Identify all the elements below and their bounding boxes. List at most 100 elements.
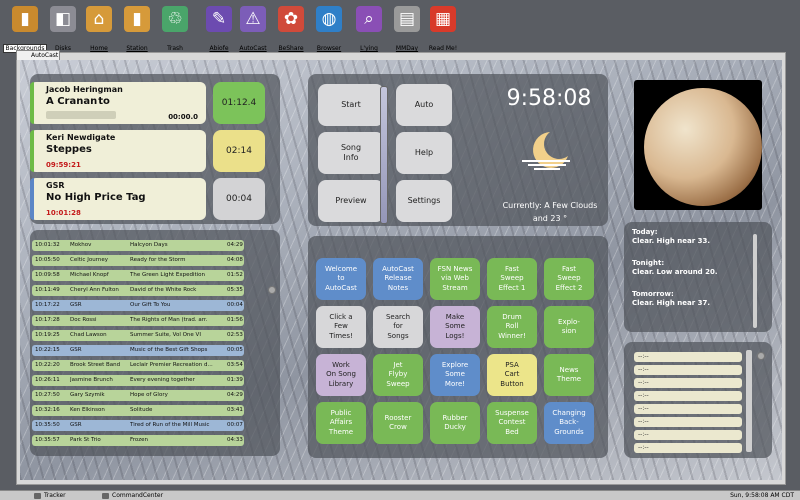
taskbar-item-tracker[interactable]: Tracker [34, 492, 66, 500]
log-list-item[interactable]: --:-- [634, 352, 742, 362]
playlist-row[interactable]: 10:22:15 GSR Music of the Best Gift Shops 0… [32, 345, 244, 356]
settings-button[interactable]: Settings [396, 180, 452, 222]
current-weather: Currently: A Few Clouds and 23 ° [460, 200, 640, 226]
cart-button[interactable]: Click a Few Times! [316, 306, 366, 348]
desktop-icons: ▮ Backgrounds ◧ Disks ⌂ Home ▮ Station ♲ Trash ✎ Ab… [0, 0, 800, 53]
playlist-row[interactable]: 10:27:50 Gary Szymik Hope of Glory 04:29 [32, 390, 244, 401]
playlist-row[interactable]: 10:35:50 GSR Tired of Run of the Mill Musi… [32, 420, 244, 431]
playlist-artist: Mokhov [70, 242, 92, 248]
playlist-row[interactable]: 10:19:25 Chad Lawson Summer Suite, Vol One… [32, 330, 244, 341]
cart-button[interactable]: Rooster Crow [373, 402, 423, 444]
status-bar [30, 130, 34, 172]
forecast-text: Clear. High near 37. [632, 299, 710, 308]
log-list-item[interactable]: --:-- [634, 404, 742, 414]
desktop-icon-read-me-[interactable]: ▦ Read Me! [420, 6, 466, 54]
cart-button[interactable]: Jet Flyby Sweep [373, 354, 423, 396]
playlist-title: Summer Suite, Vol One VI [130, 332, 201, 338]
cart-button[interactable]: Fast Sweep Effect 1 [487, 258, 537, 300]
playlist-start-time: 10:32:16 [35, 407, 60, 413]
preview-button[interactable]: Preview [318, 180, 384, 222]
desktop-icon-label: Browser [316, 45, 342, 52]
desktop-icon-trash[interactable]: ♲ Trash [152, 6, 198, 54]
playlist-row[interactable]: 10:01:32 Mokhov Halcyon Days 04:29 [32, 240, 244, 251]
playlist-title: The Rights of Man (trad. arr. [130, 317, 208, 323]
help-button[interactable]: Help [396, 132, 452, 174]
magnifier-icon: ⌕ [356, 6, 382, 32]
log-scroll-knob[interactable] [757, 352, 765, 360]
cart-button[interactable]: Welcome to AutoCast [316, 258, 366, 300]
globe-icon: ◍ [316, 6, 342, 32]
status-bar [30, 82, 34, 124]
track-title: No High Price Tag [46, 192, 146, 203]
now-playing-item[interactable]: GSR No High Price Tag 10:01:28 [30, 178, 206, 220]
playlist-row[interactable]: 10:22:20 Brook Street Band Leclair Premier… [32, 360, 244, 371]
desktop-icon-label: BeShare [278, 45, 304, 52]
playlist-title: The Green Light Expedition [130, 272, 206, 278]
playlist-row[interactable]: 10:17:28 Doc Rossi The Rights of Man (trad… [32, 315, 244, 326]
playlist-row[interactable]: 10:35:57 Park St Trio Frozen 04:33 [32, 435, 244, 446]
forecast-label: Tonight: [632, 258, 665, 267]
playlist-start-time: 10:35:50 [35, 422, 60, 428]
cart-button[interactable]: FSN News via Web Stream [430, 258, 480, 300]
track-time: 00:00.0 [168, 113, 198, 121]
playlist-start-time: 10:35:57 [35, 437, 60, 443]
playlist-artist: Michael Knopf [70, 272, 109, 278]
window-tab[interactable]: AutoCast [16, 50, 60, 60]
playlist-row[interactable]: 10:32:16 Ken Elkinson Solitude 03:41 [32, 405, 244, 416]
cart-button[interactable]: Suspense Contest Bed [487, 402, 537, 444]
playlist-start-time: 10:27:50 [35, 392, 60, 398]
playlist-title: Our Gift To You [130, 302, 171, 308]
cart-button[interactable]: News Theme [544, 354, 594, 396]
log-list-item[interactable]: --:-- [634, 378, 742, 388]
playlist-start-time: 10:22:20 [35, 362, 60, 368]
cart-button[interactable]: Changing Back- Grounds [544, 402, 594, 444]
now-playing-item[interactable]: Keri Newdigate Steppes 09:59:21 [30, 130, 206, 172]
cart-button[interactable]: Fast Sweep Effect 2 [544, 258, 594, 300]
forecast-label: Tomorrow: [632, 289, 674, 298]
cart-button[interactable]: Rubber Ducky [430, 402, 480, 444]
playlist-title: David of the White Rock [130, 287, 197, 293]
taskbar-item-commandcenter[interactable]: CommandCenter [102, 492, 163, 500]
cart-button[interactable]: Explo- sion [544, 306, 594, 348]
start-button[interactable]: Start [318, 84, 384, 126]
playlist-row[interactable]: 10:26:11 Jasmine Brunch Every evening toge… [32, 375, 244, 386]
cart-button[interactable]: PSA Cart Button [487, 354, 537, 396]
cart-button[interactable]: Work On Song Library [316, 354, 366, 396]
log-scrollbar[interactable] [746, 350, 752, 452]
playlist-row[interactable]: 10:17:22 GSR Our Gift To You 00:04 [32, 300, 244, 311]
playlist-artist: Ken Elkinson [70, 407, 105, 413]
cart-button[interactable]: Make Some Logs! [430, 306, 480, 348]
cart-button[interactable]: Drum Roll Winner! [487, 306, 537, 348]
taskbar-clock: Sun, 9:58:08 AM CDT [730, 492, 794, 499]
playlist-row[interactable]: 10:11:49 Cheryl Ann Fulton David of the Wh… [32, 285, 244, 296]
now-playing-item[interactable]: Jacob Heringman A Cranan to 00:00.0 [30, 82, 206, 124]
playlist-artist: Jasmine Brunch [70, 377, 113, 383]
playlist-row[interactable]: 10:09:58 Michael Knopf The Green Light Exp… [32, 270, 244, 281]
playlist-duration: 00:04 [227, 302, 243, 308]
playlist-row[interactable]: 10:05:50 Celtic Journey Ready for the Stor… [32, 255, 244, 266]
cart-button[interactable]: AutoCast Release Notes [373, 258, 423, 300]
playlist-title: Leclair Premier Recreation d... [130, 362, 213, 368]
log-list-item[interactable]: --:-- [634, 417, 742, 427]
forecast-scrollbar[interactable] [753, 234, 757, 328]
log-list-item[interactable]: --:-- [634, 365, 742, 375]
document-icon: ▤ [394, 6, 420, 32]
song-info-button[interactable]: Song Info [318, 132, 384, 174]
artist-name: Jacob Heringman [46, 85, 123, 94]
track-title: A Cranan to [46, 96, 110, 107]
log-list-item[interactable]: --:-- [634, 443, 742, 453]
playlist-artist: Cheryl Ann Fulton [70, 287, 119, 293]
log-list-item[interactable]: --:-- [634, 430, 742, 440]
playlist-duration: 05:35 [227, 287, 243, 293]
log-list-item[interactable]: --:-- [634, 391, 742, 401]
cart-button[interactable]: Public Affairs Theme [316, 402, 366, 444]
cart-button[interactable]: Search for Songs [373, 306, 423, 348]
playlist-duration: 01:39 [227, 377, 243, 383]
track-title: Steppes [46, 144, 92, 155]
forecast-text: Clear. High near 33. [632, 237, 710, 246]
cart-button[interactable]: Explore Some More! [430, 354, 480, 396]
auto-button[interactable]: Auto [396, 84, 452, 126]
playlist-title: Halcyon Days [130, 242, 168, 248]
playlist-scroll-knob[interactable] [268, 286, 276, 294]
vu-meter-left [380, 86, 388, 224]
